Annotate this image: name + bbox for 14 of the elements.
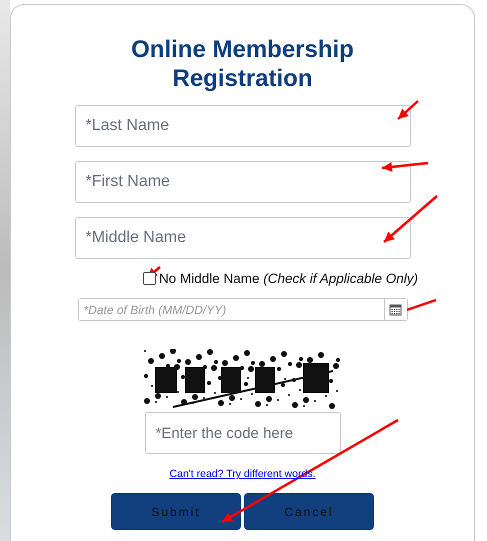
annotation-arrow [383, 195, 438, 243]
form-title: Online Membership Registration [130, 35, 355, 93]
date-field[interactable]: *Date of Birth (MM/DD/YY) [78, 298, 408, 321]
checkbox-label: No Middle Name (Check if Applicable Only) [158, 271, 418, 286]
input-field[interactable]: *Enter the code here [144, 412, 340, 454]
form-button[interactable]: Cancel [244, 493, 374, 530]
annotation-arrow [397, 100, 419, 120]
annotation-arrow [382, 162, 428, 172]
calendar-icon[interactable] [384, 299, 406, 320]
input-field[interactable]: *Last Name [74, 105, 410, 147]
input-field[interactable]: *First Name [74, 161, 410, 203]
form-button[interactable]: Submit [111, 493, 241, 530]
input-field[interactable]: *Middle Name [74, 217, 410, 259]
checkbox[interactable] [142, 272, 156, 285]
